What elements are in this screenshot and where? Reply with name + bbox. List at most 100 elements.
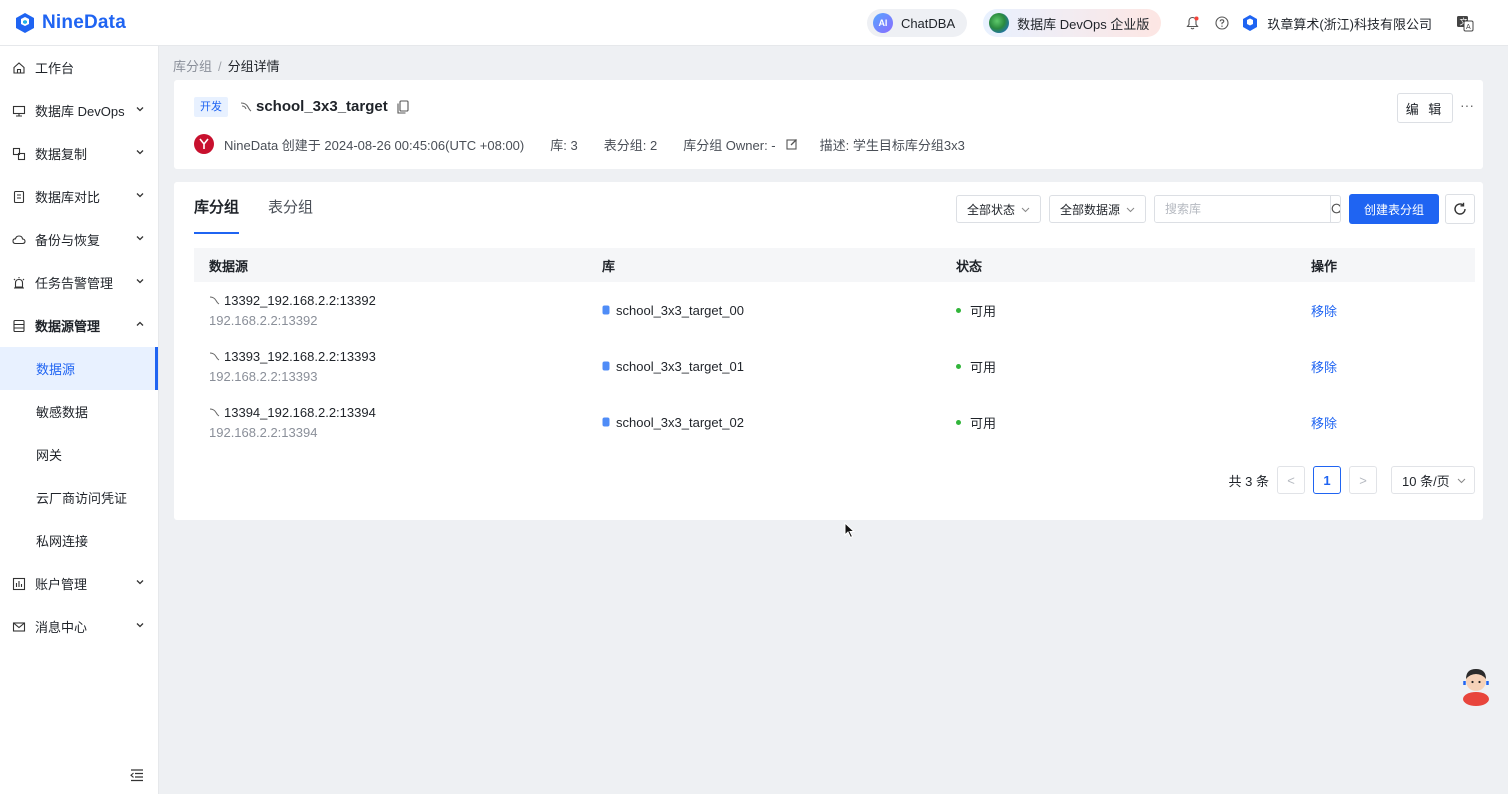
group-title: school_3x3_target	[256, 98, 388, 115]
sidebar-item-label: 数据源管理	[35, 319, 101, 334]
table-row: 13394_192.168.2.2:13394 192.168.2.2:1339…	[194, 394, 1475, 450]
avatar	[194, 134, 214, 154]
status-dot	[956, 419, 961, 425]
datasource-address: 192.168.2.2:13393	[209, 368, 318, 384]
logo[interactable]: NineData	[14, 12, 126, 34]
edition-badge[interactable]: 数据库 DevOps 企业版	[983, 9, 1162, 37]
mysql-icon	[209, 352, 220, 360]
datasource-name: 13394_192.168.2.2:13394	[224, 404, 376, 420]
datasource-address: 192.168.2.2:13392	[209, 312, 318, 328]
status-text: 可用	[970, 359, 997, 375]
sidebar-item-label: 数据库 DevOps	[35, 104, 125, 119]
sidebar-item-backup[interactable]: 备份与恢复	[0, 218, 158, 261]
env-tag: 开发	[194, 97, 228, 117]
sidebar-item-alerts[interactable]: 任务告警管理	[0, 261, 158, 304]
company-name: 玖章算术(浙江)科技有限公司	[1267, 16, 1432, 32]
group-meta: NineData 创建于 2024-08-26 00:45:06(UTC +08…	[194, 134, 965, 154]
owner-text: 库分组 Owner: -	[683, 137, 776, 153]
datasource-icon	[12, 319, 26, 333]
page-button-current[interactable]: 1	[1313, 466, 1341, 494]
bell-icon[interactable]	[1184, 15, 1200, 31]
refresh-icon	[1454, 202, 1466, 215]
database-name: school_3x3_target_02	[616, 414, 744, 430]
company-switcher[interactable]: 玖章算术(浙江)科技有限公司	[1241, 14, 1432, 33]
chevron-down-icon	[136, 623, 144, 628]
sidebar-item-label: 数据复制	[35, 147, 88, 162]
next-page-button[interactable]: >	[1349, 466, 1377, 494]
chevron-down-icon	[136, 580, 144, 585]
edit-owner-icon[interactable]	[786, 138, 798, 150]
datasource-filter-value: 全部数据源	[1059, 202, 1120, 217]
search-input[interactable]	[1154, 196, 1330, 222]
column-header-datasource: 数据源	[209, 258, 249, 274]
db-count: 库: 3	[550, 137, 578, 153]
chevron-down-icon	[1021, 207, 1030, 212]
column-header-action: 操作	[1311, 258, 1338, 274]
app-name: NineData	[42, 11, 126, 33]
group-content-card: 库分组 表分组 全部状态 全部数据源 创建表分组 数据源 库 状态	[174, 182, 1483, 520]
sidebar-item-workbench[interactable]: 工作台	[0, 46, 158, 89]
mysql-icon	[209, 408, 220, 416]
sidebar: 工作台 数据库 DevOps 数据复制 数据库对比 备份与恢复 任务告警管理 数…	[0, 46, 159, 794]
sidebar-subitem-gateway[interactable]: 网关	[0, 433, 158, 476]
globe-icon	[989, 13, 1010, 33]
edit-button[interactable]: 编 辑	[1397, 93, 1453, 123]
table-header-row: 数据源 库 状态 操作	[194, 248, 1475, 282]
remove-link[interactable]: 移除	[1311, 360, 1337, 375]
sidebar-subitem-cloud-credentials[interactable]: 云厂商访问凭证	[0, 476, 158, 519]
chevron-down-icon	[136, 150, 144, 155]
table-row: 13393_192.168.2.2:13393 192.168.2.2:1339…	[194, 338, 1475, 394]
remove-link[interactable]: 移除	[1311, 416, 1337, 431]
status-filter-value: 全部状态	[966, 202, 1015, 217]
filter-bar: 全部状态 全部数据源 创建表分组	[955, 194, 1475, 224]
sidebar-item-label: 备份与恢复	[35, 233, 101, 248]
ninedata-logo-icon	[16, 12, 34, 33]
sidebar-item-devops[interactable]: 数据库 DevOps	[0, 89, 158, 132]
refresh-button[interactable]	[1445, 194, 1475, 224]
copy-icon[interactable]	[397, 100, 409, 114]
breadcrumb-parent[interactable]: 库分组	[173, 59, 212, 74]
mysql-icon	[209, 296, 220, 304]
chatdba-button[interactable]: AI ChatDBA	[866, 9, 968, 37]
collapse-sidebar-icon[interactable]	[130, 768, 144, 782]
datasource-filter-select[interactable]: 全部数据源	[1048, 195, 1146, 223]
alarm-icon	[12, 276, 26, 290]
chevron-up-icon	[136, 321, 144, 326]
database-name: school_3x3_target_01	[616, 358, 744, 374]
remove-link[interactable]: 移除	[1311, 304, 1337, 319]
breadcrumb-current: 分组详情	[227, 59, 280, 74]
sidebar-subitem-datasource[interactable]: 数据源	[0, 347, 158, 390]
database-icon	[602, 305, 610, 315]
chevron-down-icon	[1126, 207, 1135, 212]
datasource-name: 13393_192.168.2.2:13393	[224, 348, 376, 364]
database-name: school_3x3_target_00	[616, 302, 744, 318]
status-dot	[956, 363, 961, 369]
database-icon	[602, 361, 610, 371]
search-button[interactable]	[1329, 196, 1340, 222]
status-filter-select[interactable]: 全部状态	[955, 195, 1041, 223]
sidebar-subitem-sensitive-data[interactable]: 敏感数据	[0, 390, 158, 433]
db-group-table: 数据源 库 状态 操作 13392_192.168.2.2:13392 192.…	[194, 248, 1475, 450]
sidebar-item-accounts[interactable]: 账户管理	[0, 562, 158, 605]
prev-page-button[interactable]: <	[1277, 466, 1305, 494]
page-size-select[interactable]: 10 条/页	[1391, 466, 1475, 494]
sidebar-item-messages[interactable]: 消息中心	[0, 605, 158, 648]
sidebar-item-label: 账户管理	[35, 577, 88, 592]
sidebar-item-datasource-mgmt[interactable]: 数据源管理	[0, 304, 158, 347]
sidebar-item-compare[interactable]: 数据库对比	[0, 175, 158, 218]
tab-db-group[interactable]: 库分组	[194, 182, 240, 234]
sidebar-item-replication[interactable]: 数据复制	[0, 132, 158, 175]
column-header-status: 状态	[956, 258, 983, 274]
home-icon	[12, 61, 26, 75]
create-table-group-button[interactable]: 创建表分组	[1348, 194, 1439, 224]
top-bar: NineData AI ChatDBA 数据库 DevOps 企业版 玖章算术(…	[0, 0, 1508, 46]
more-options-icon[interactable]: ···	[1459, 97, 1475, 117]
help-icon[interactable]	[1214, 15, 1230, 31]
tab-table-group[interactable]: 表分组	[268, 182, 313, 234]
sidebar-subitem-private-link[interactable]: 私网连接	[0, 519, 158, 562]
tab-bar: 库分组 表分组	[194, 182, 342, 234]
support-agent-icon[interactable]	[1460, 664, 1492, 706]
group-header-card: 开发 school_3x3_target 编 辑 ··· NineData 创建…	[174, 80, 1483, 169]
sidebar-item-label: 数据库对比	[35, 190, 101, 205]
language-icon[interactable]: 文A	[1456, 14, 1474, 32]
